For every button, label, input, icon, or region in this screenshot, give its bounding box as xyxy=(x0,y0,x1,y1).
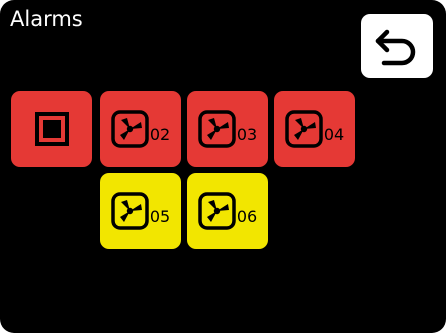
stop-square-icon xyxy=(34,112,69,146)
fan-icon xyxy=(198,192,236,230)
fan-icon xyxy=(111,110,149,148)
alarm-tile-fan-02[interactable]: 02 xyxy=(100,91,181,167)
tile-number: 06 xyxy=(236,207,258,226)
alarm-tile-stop[interactable] xyxy=(11,91,92,167)
fan-icon xyxy=(198,110,236,148)
alarm-tile-fan-05[interactable]: 05 xyxy=(100,173,181,249)
undo-arrow-icon xyxy=(375,29,416,66)
alarm-tile-fan-04[interactable]: 04 xyxy=(274,91,355,167)
page-title: Alarms xyxy=(10,7,83,31)
alarms-screen: Alarms 02 03 04 05 06 xyxy=(0,0,446,333)
tile-number: 04 xyxy=(323,125,345,144)
tile-number: 05 xyxy=(149,207,171,226)
alarm-tile-fan-06[interactable]: 06 xyxy=(187,173,268,249)
fan-icon xyxy=(285,110,323,148)
fan-icon xyxy=(111,192,149,230)
back-button[interactable] xyxy=(361,14,433,78)
alarm-tile-fan-03[interactable]: 03 xyxy=(187,91,268,167)
tile-number: 03 xyxy=(236,125,258,144)
tile-number: 02 xyxy=(149,125,171,144)
